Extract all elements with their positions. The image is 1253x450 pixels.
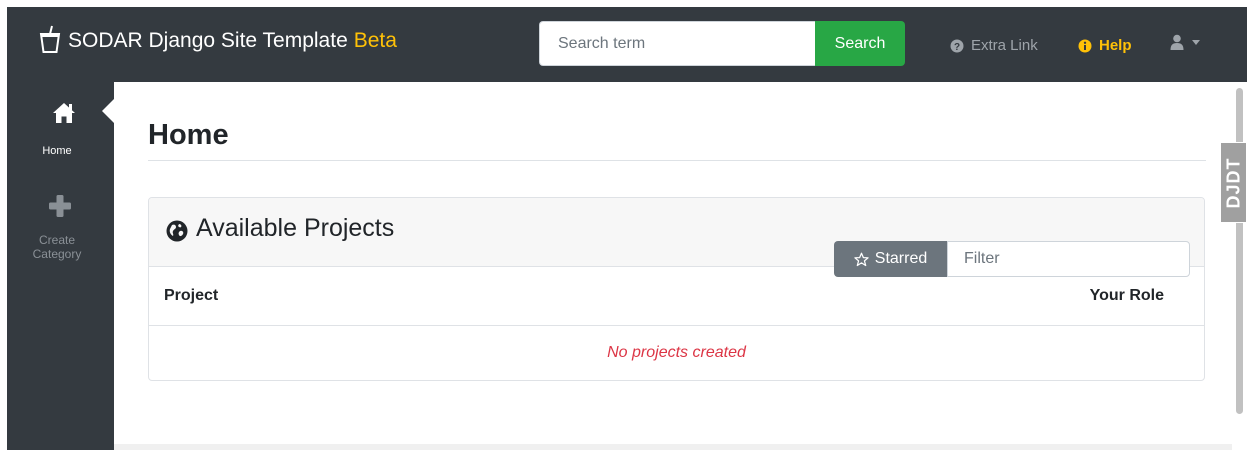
page-title: Home [148, 119, 229, 151]
empty-state-message: No projects created [607, 344, 746, 361]
user-menu-dropdown[interactable] [1170, 34, 1200, 50]
site-title[interactable]: SODAR Django Site Template Beta [68, 29, 397, 53]
footer-strip [114, 444, 1232, 450]
search-button[interactable]: Search [815, 21, 905, 66]
svg-text:?: ? [954, 42, 960, 53]
left-sidebar: Home Create Category [7, 82, 114, 450]
beta-badge: Beta [353, 29, 397, 52]
column-header-your-role: Your Role [1089, 287, 1164, 304]
chevron-down-icon [1192, 39, 1200, 45]
help-link-label: Help [1099, 37, 1132, 54]
sidebar-item-home[interactable]: Home [7, 82, 114, 164]
plus-icon [49, 195, 71, 217]
sidebar-item-label: Home [42, 145, 72, 157]
app-window: SODAR Django Site TemplateBeta Search ? … [7, 7, 1247, 450]
sidebar-item-create-category[interactable]: Create Category [7, 190, 114, 270]
search-input[interactable] [539, 21, 815, 66]
star-outline-icon [854, 252, 869, 266]
card-title: Available Projects [196, 214, 395, 242]
user-icon [1170, 34, 1184, 50]
info-circle-icon [1078, 39, 1092, 52]
starred-button-label: Starred [874, 250, 928, 267]
globe-icon [166, 220, 188, 242]
sidebar-item-label: Create Category [32, 233, 82, 261]
help-link[interactable]: Help [1078, 37, 1132, 54]
column-header-project: Project [164, 287, 219, 304]
site-title-text: SODAR Django Site Template [68, 29, 348, 52]
extra-link-label: Extra Link [971, 37, 1038, 54]
table-header-row: Project Your Role [149, 267, 1204, 326]
debug-toolbar-handle[interactable]: DJDT [1220, 142, 1247, 223]
home-icon [53, 103, 75, 123]
active-indicator [102, 99, 114, 123]
top-navbar: SODAR Django Site TemplateBeta Search ? … [7, 7, 1247, 82]
cup-icon [39, 25, 61, 53]
scrollbar-thumb[interactable] [1236, 88, 1243, 414]
vertical-scrollbar[interactable] [1232, 82, 1247, 450]
available-projects-card: Available Projects Starred Project Your … [148, 197, 1205, 381]
table-row: No projects created [149, 326, 1204, 380]
divider [148, 160, 1206, 161]
debug-toolbar-label: DJDT [1223, 156, 1243, 209]
extra-link[interactable]: ? Extra Link [950, 37, 1038, 54]
question-circle-icon: ? [950, 39, 964, 53]
